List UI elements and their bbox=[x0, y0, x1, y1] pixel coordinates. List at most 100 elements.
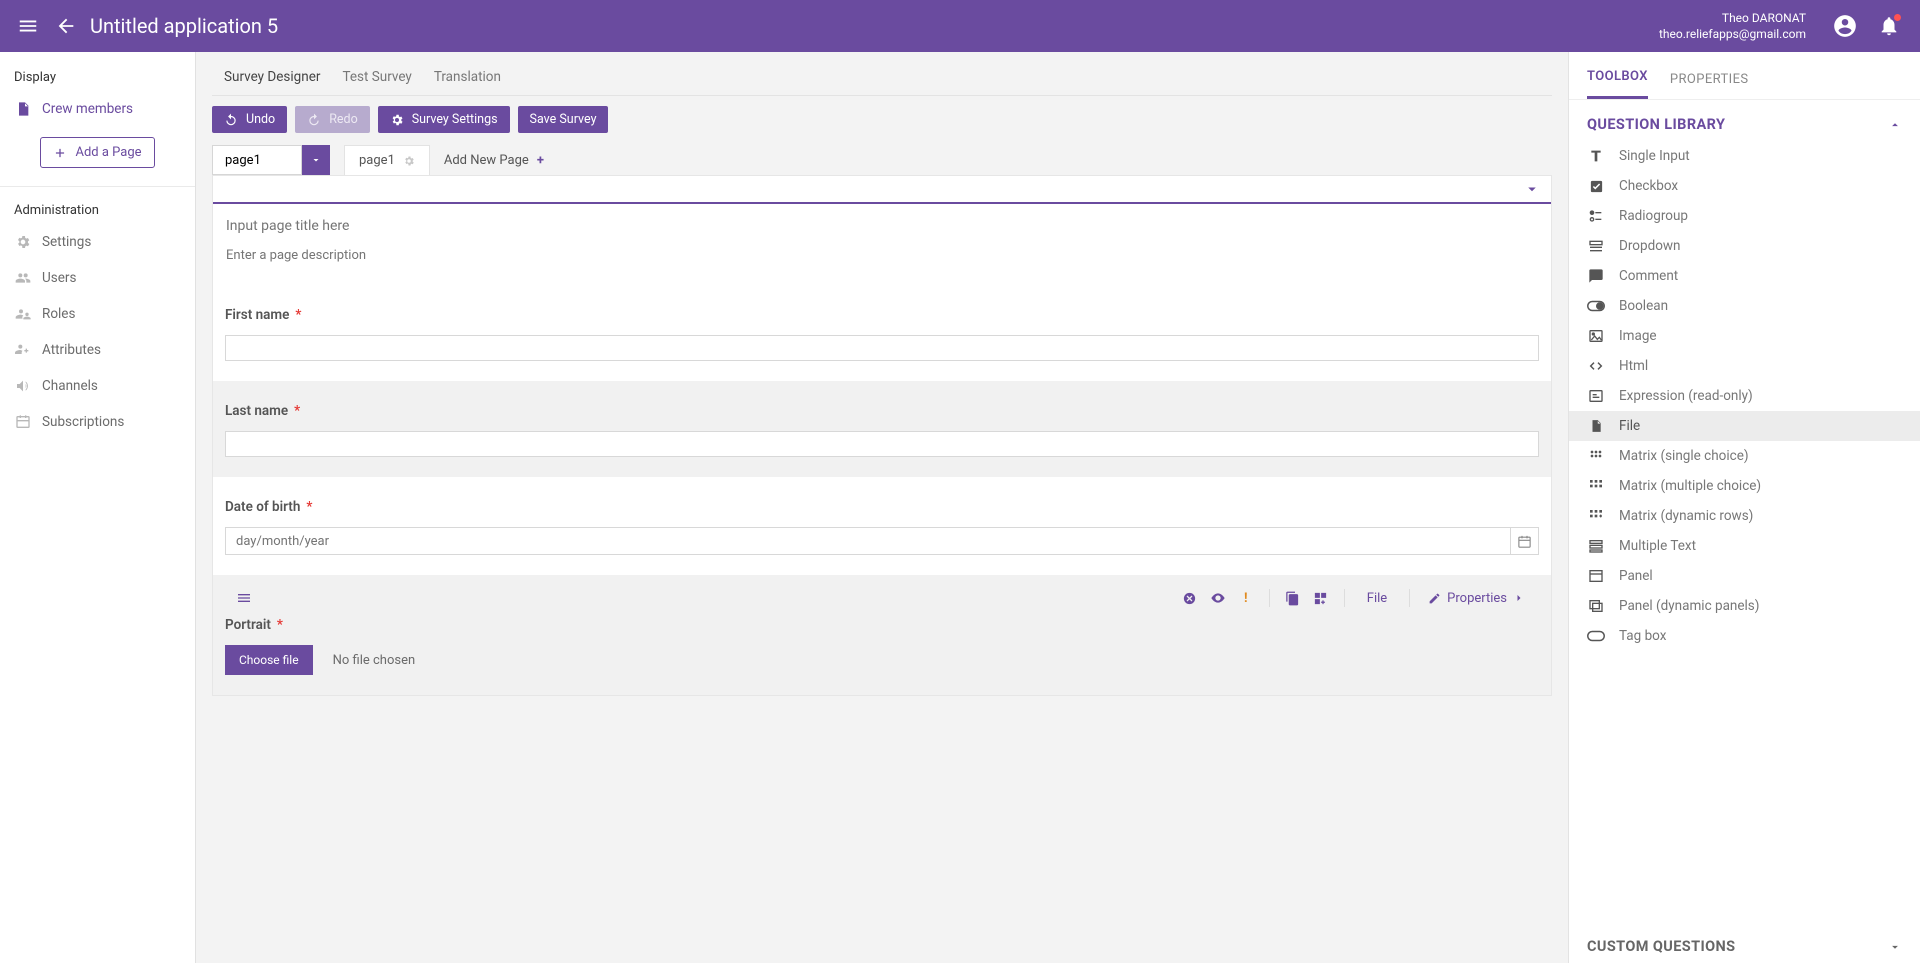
file-icon bbox=[1587, 417, 1605, 435]
question-label: Portrait bbox=[225, 617, 271, 633]
tool-matrix-single[interactable]: Matrix (single choice) bbox=[1569, 441, 1920, 471]
subscriptions-icon bbox=[14, 413, 32, 431]
text-icon bbox=[1587, 147, 1605, 165]
tab-toolbox[interactable]: TOOLBOX bbox=[1587, 69, 1648, 99]
sidebar-item-roles[interactable]: Roles bbox=[0, 296, 195, 332]
survey-designer-area: Survey Designer Test Survey Translation … bbox=[196, 52, 1568, 963]
panel-resizer[interactable] bbox=[1568, 52, 1571, 963]
sidebar-item-crew-members[interactable]: Crew members bbox=[0, 91, 195, 127]
collapse-page-icon[interactable] bbox=[1523, 180, 1541, 198]
code-icon bbox=[1587, 357, 1605, 375]
page-icon bbox=[14, 100, 32, 118]
user-name: Theo DARONAT bbox=[1659, 10, 1806, 26]
question-last-name[interactable]: Last name* bbox=[213, 381, 1551, 477]
notifications-icon[interactable] bbox=[1872, 9, 1906, 43]
page-title-input[interactable] bbox=[226, 214, 1538, 238]
sidebar-item-subscriptions[interactable]: Subscriptions bbox=[0, 404, 195, 440]
toggle-icon bbox=[1587, 297, 1605, 315]
tool-expression[interactable]: Expression (read-only) bbox=[1569, 381, 1920, 411]
tool-single-input[interactable]: Single Input bbox=[1569, 141, 1920, 171]
user-info: Theo DARONAT theo.reliefapps@gmail.com bbox=[1659, 10, 1806, 42]
visibility-icon[interactable] bbox=[1209, 589, 1227, 607]
sidebar-item-label: Crew members bbox=[42, 101, 133, 117]
tool-tag-box[interactable]: Tag box bbox=[1569, 621, 1920, 651]
page-select[interactable]: page1 bbox=[212, 145, 330, 175]
back-icon[interactable] bbox=[52, 12, 80, 40]
plus-icon: + bbox=[537, 153, 544, 168]
tab-translation[interactable]: Translation bbox=[434, 69, 501, 95]
channels-icon bbox=[14, 377, 32, 395]
radio-icon bbox=[1587, 207, 1605, 225]
add-to-toolbox-icon[interactable] bbox=[1312, 589, 1330, 607]
tool-multiple-text[interactable]: Multiple Text bbox=[1569, 531, 1920, 561]
save-survey-button[interactable]: Save Survey bbox=[518, 106, 609, 133]
custom-questions-header[interactable]: CUSTOM QUESTIONS bbox=[1569, 922, 1920, 963]
tool-matrix-multiple[interactable]: Matrix (multiple choice) bbox=[1569, 471, 1920, 501]
redo-button[interactable]: Redo bbox=[295, 106, 370, 133]
tool-panel-dynamic[interactable]: Panel (dynamic panels) bbox=[1569, 591, 1920, 621]
last-name-input[interactable] bbox=[225, 431, 1539, 457]
survey-settings-button[interactable]: Survey Settings bbox=[378, 106, 510, 133]
page-tab-page1[interactable]: page1 bbox=[344, 145, 430, 175]
tool-html[interactable]: Html bbox=[1569, 351, 1920, 381]
tool-dropdown[interactable]: Dropdown bbox=[1569, 231, 1920, 261]
chevron-down-icon[interactable] bbox=[302, 145, 330, 175]
sidebar-item-label: Users bbox=[42, 270, 76, 286]
question-library-header[interactable]: QUESTION LIBRARY bbox=[1569, 100, 1920, 141]
tab-survey-designer[interactable]: Survey Designer bbox=[224, 69, 320, 95]
question-properties-button[interactable]: Properties bbox=[1424, 591, 1529, 606]
survey-toolbar: Undo Redo Survey Settings Save Survey bbox=[212, 96, 1552, 145]
sidebar-item-label: Channels bbox=[42, 378, 98, 394]
question-first-name[interactable]: First name* bbox=[213, 285, 1551, 381]
image-icon bbox=[1587, 327, 1605, 345]
sidebar-admin-label: Administration bbox=[0, 191, 195, 224]
survey-canvas: First name* Last name* Date of birth* bbox=[212, 175, 1552, 696]
add-page-button[interactable]: Add a Page bbox=[40, 137, 155, 168]
multitext-icon bbox=[1587, 537, 1605, 555]
sidebar-item-users[interactable]: Users bbox=[0, 260, 195, 296]
tool-boolean[interactable]: Boolean bbox=[1569, 291, 1920, 321]
first-name-input[interactable] bbox=[225, 335, 1539, 361]
page-bar: page1 page1 Add New Page + bbox=[212, 145, 1552, 175]
tool-panel[interactable]: Panel bbox=[1569, 561, 1920, 591]
choose-file-button[interactable]: Choose file bbox=[225, 645, 313, 675]
user-email: theo.reliefapps@gmail.com bbox=[1659, 26, 1806, 42]
tool-checkbox[interactable]: Checkbox bbox=[1569, 171, 1920, 201]
tab-properties[interactable]: PROPERTIES bbox=[1670, 72, 1749, 99]
sidebar-display-label: Display bbox=[0, 58, 195, 91]
sidebar-item-channels[interactable]: Channels bbox=[0, 368, 195, 404]
drag-handle-icon[interactable] bbox=[235, 589, 253, 607]
users-icon bbox=[14, 269, 32, 287]
copy-question-icon[interactable] bbox=[1284, 589, 1302, 607]
question-date-of-birth[interactable]: Date of birth* bbox=[213, 477, 1551, 575]
tool-file[interactable]: File bbox=[1569, 411, 1920, 441]
page-description-input[interactable] bbox=[226, 244, 1538, 267]
question-library-list: Single Input Checkbox Radiogroup Dropdow… bbox=[1569, 141, 1920, 922]
chevron-up-icon bbox=[1888, 118, 1902, 132]
tool-matrix-dynamic[interactable]: Matrix (dynamic rows) bbox=[1569, 501, 1920, 531]
question-type-selector[interactable]: File bbox=[1359, 591, 1395, 606]
undo-button[interactable]: Undo bbox=[212, 106, 287, 133]
menu-icon[interactable] bbox=[14, 12, 42, 40]
tab-test-survey[interactable]: Test Survey bbox=[342, 69, 411, 95]
date-input[interactable] bbox=[225, 527, 1511, 555]
gear-icon[interactable] bbox=[403, 155, 415, 167]
required-toggle-icon[interactable]: ! bbox=[1237, 589, 1255, 607]
matrix-icon bbox=[1587, 447, 1605, 465]
roles-icon bbox=[14, 305, 32, 323]
account-icon[interactable] bbox=[1828, 9, 1862, 43]
sidebar-item-settings[interactable]: Settings bbox=[0, 224, 195, 260]
tool-image[interactable]: Image bbox=[1569, 321, 1920, 351]
notification-dot-icon bbox=[1893, 13, 1902, 22]
required-icon: * bbox=[295, 307, 301, 323]
tool-comment[interactable]: Comment bbox=[1569, 261, 1920, 291]
delete-question-icon[interactable] bbox=[1181, 589, 1199, 607]
sidebar-item-attributes[interactable]: Attributes bbox=[0, 332, 195, 368]
question-portrait[interactable]: ! File Properties bbox=[213, 575, 1551, 695]
required-icon: * bbox=[306, 499, 312, 515]
add-new-page-button[interactable]: Add New Page + bbox=[430, 145, 558, 175]
required-icon: * bbox=[277, 617, 283, 633]
calendar-icon[interactable] bbox=[1511, 527, 1539, 555]
panel-dyn-icon bbox=[1587, 597, 1605, 615]
tool-radiogroup[interactable]: Radiogroup bbox=[1569, 201, 1920, 231]
